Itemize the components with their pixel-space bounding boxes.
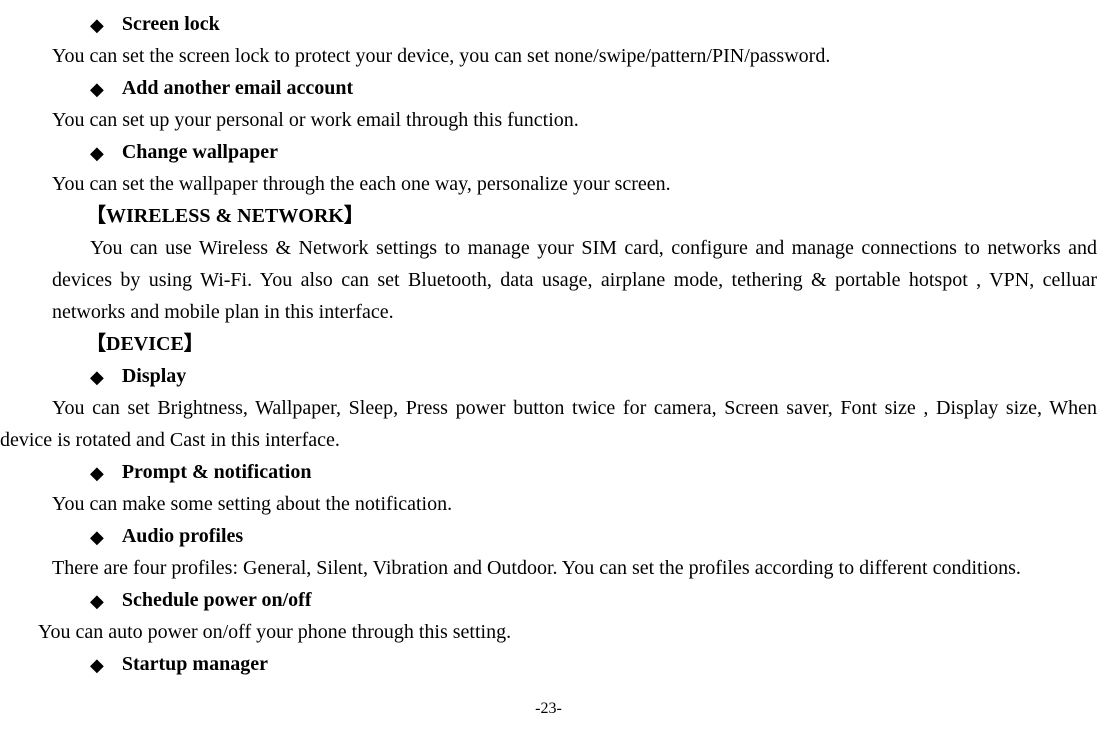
diamond-bullet-icon: ◆ (90, 363, 104, 392)
diamond-bullet-icon: ◆ (90, 459, 104, 488)
section-title: Display (122, 360, 186, 392)
section-heading-add-email: ◆ Add another email account (0, 72, 1097, 104)
section-title: Change wallpaper (122, 136, 278, 168)
section-body: You can make some setting about the noti… (0, 488, 1097, 520)
section-body: You can set Brightness, Wallpaper, Sleep… (0, 392, 1097, 456)
section-title: Prompt & notification (122, 456, 312, 488)
section-body: You can set the screen lock to protect y… (0, 40, 1097, 72)
diamond-bullet-icon: ◆ (90, 11, 104, 40)
section-body: You can set up your personal or work ema… (0, 104, 1097, 136)
diamond-bullet-icon: ◆ (90, 651, 104, 680)
wireless-network-body: You can use Wireless & Network settings … (0, 232, 1097, 328)
section-heading-schedule-power: ◆ Schedule power on/off (0, 584, 1097, 616)
section-title: Startup manager (122, 648, 268, 680)
section-heading-display: ◆ Display (0, 360, 1097, 392)
diamond-bullet-icon: ◆ (90, 75, 104, 104)
page-number: -23- (0, 696, 1097, 722)
document-page: ◆ Screen lock You can set the screen loc… (0, 8, 1097, 722)
device-heading: 【DEVICE】 (0, 328, 1097, 360)
section-title: Schedule power on/off (122, 584, 312, 616)
section-title: Audio profiles (122, 520, 243, 552)
section-heading-startup-manager: ◆ Startup manager (0, 648, 1097, 680)
wireless-network-heading: 【WIRELESS & NETWORK】 (0, 200, 1097, 232)
section-title: Screen lock (122, 8, 220, 40)
section-heading-change-wallpaper: ◆ Change wallpaper (0, 136, 1097, 168)
section-body: There are four profiles: General, Silent… (0, 552, 1097, 584)
section-heading-prompt-notification: ◆ Prompt & notification (0, 456, 1097, 488)
diamond-bullet-icon: ◆ (90, 523, 104, 552)
section-heading-audio-profiles: ◆ Audio profiles (0, 520, 1097, 552)
diamond-bullet-icon: ◆ (90, 587, 104, 616)
diamond-bullet-icon: ◆ (90, 139, 104, 168)
section-body: You can auto power on/off your phone thr… (0, 616, 1097, 648)
section-title: Add another email account (122, 72, 353, 104)
section-body: You can set the wallpaper through the ea… (0, 168, 1097, 200)
section-heading-screen-lock: ◆ Screen lock (0, 8, 1097, 40)
